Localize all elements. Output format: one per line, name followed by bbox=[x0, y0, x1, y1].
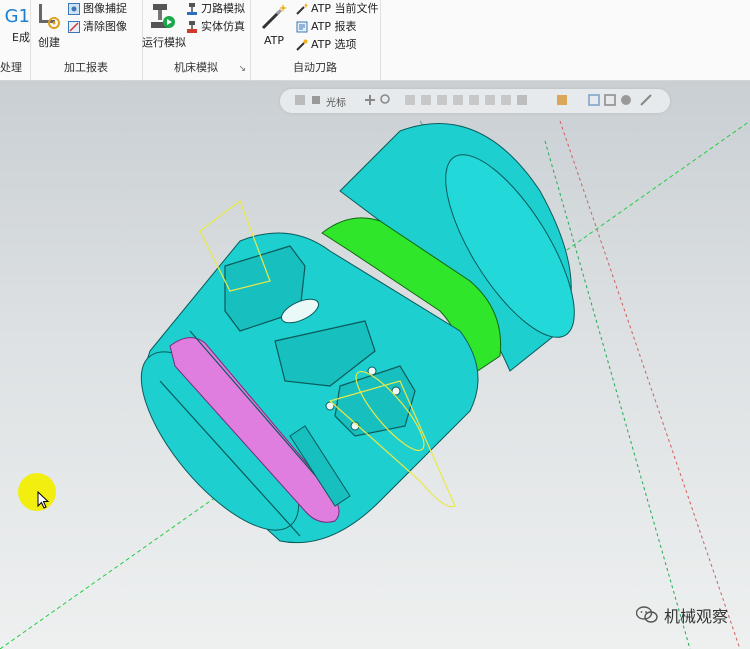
machine-simulation-group-label: 机床模拟 bbox=[174, 61, 218, 74]
image-capture-icon bbox=[68, 3, 80, 15]
atp-report-label: ATP 报表 bbox=[311, 20, 357, 33]
partial-button[interactable]: G1 E成 bbox=[0, 2, 30, 45]
run-simulation-button[interactable]: 运行模拟 bbox=[142, 2, 186, 50]
auto-toolpath-group: ATP ATP 当前文件 ATP 报表 ATP 选项 自动刀路 bbox=[250, 0, 381, 80]
atp-report-icon bbox=[296, 21, 308, 33]
clear-image-button[interactable]: 清除图像 bbox=[68, 18, 127, 36]
atp-wand-icon bbox=[261, 4, 287, 30]
image-capture-label: 图像捕捉 bbox=[83, 2, 127, 15]
solid-simulation-button[interactable]: 实体仿真 bbox=[186, 18, 245, 36]
mouse-pointer-icon bbox=[37, 491, 49, 509]
atp-options-button[interactable]: ATP 选项 bbox=[296, 36, 357, 54]
image-capture-button[interactable]: 图像捕捉 bbox=[68, 0, 127, 18]
atp-label: ATP bbox=[263, 34, 285, 47]
partial-button-label: E成 bbox=[12, 31, 30, 44]
atp-current-file-icon bbox=[296, 3, 308, 15]
solid-simulation-icon bbox=[187, 21, 197, 33]
graphics-viewport[interactable]: 光标 机械观察 bbox=[0, 81, 750, 649]
run-simulation-icon bbox=[151, 4, 175, 28]
watermark-text: 机械观察 bbox=[663, 607, 728, 626]
atp-button[interactable]: ATP bbox=[256, 2, 292, 47]
atp-report-button[interactable]: ATP 报表 bbox=[296, 18, 357, 36]
atp-options-label: ATP 选项 bbox=[311, 38, 357, 51]
partial-icon: G1 bbox=[4, 6, 30, 27]
wechat-logo-icon bbox=[635, 606, 658, 623]
create-report-button[interactable]: 创建 bbox=[34, 2, 64, 50]
atp-current-file-label: ATP 当前文件 bbox=[311, 2, 379, 15]
atp-options-icon bbox=[296, 39, 308, 51]
toolpath-simulation-button[interactable]: 刀路模拟 bbox=[186, 0, 245, 18]
machining-report-group-label: 加工报表 bbox=[64, 61, 108, 74]
create-report-label: 创建 bbox=[38, 36, 60, 49]
partial-group: G1 E成 处理 bbox=[0, 0, 31, 80]
run-simulation-label: 运行模拟 bbox=[142, 36, 186, 49]
watermark: 机械观察 bbox=[635, 603, 728, 627]
clear-image-icon bbox=[68, 21, 80, 33]
toolpath-simulation-icon bbox=[187, 3, 197, 15]
model-graphics bbox=[0, 120, 750, 649]
dialog-launcher-icon[interactable]: ↘ bbox=[238, 64, 246, 74]
auto-toolpath-group-label: 自动刀路 bbox=[293, 61, 337, 74]
clear-image-label: 清除图像 bbox=[83, 20, 127, 33]
toolpath-simulation-label: 刀路模拟 bbox=[201, 2, 245, 15]
atp-current-file-button[interactable]: ATP 当前文件 bbox=[296, 0, 379, 18]
construction-line bbox=[544, 140, 691, 649]
partial-group-label: 处理 bbox=[0, 61, 22, 74]
construction-line bbox=[559, 120, 741, 649]
machine-simulation-group: 运行模拟 刀路模拟 实体仿真 机床模拟 ↘ bbox=[142, 0, 251, 80]
ribbon: G1 E成 处理 创建 图像捕捉 清除图像 加工报表 运行模拟 刀路模拟 实体仿… bbox=[0, 0, 750, 81]
solid-simulation-label: 实体仿真 bbox=[201, 20, 245, 33]
create-report-icon bbox=[39, 4, 60, 29]
machining-report-group: 创建 图像捕捉 清除图像 加工报表 bbox=[30, 0, 143, 80]
